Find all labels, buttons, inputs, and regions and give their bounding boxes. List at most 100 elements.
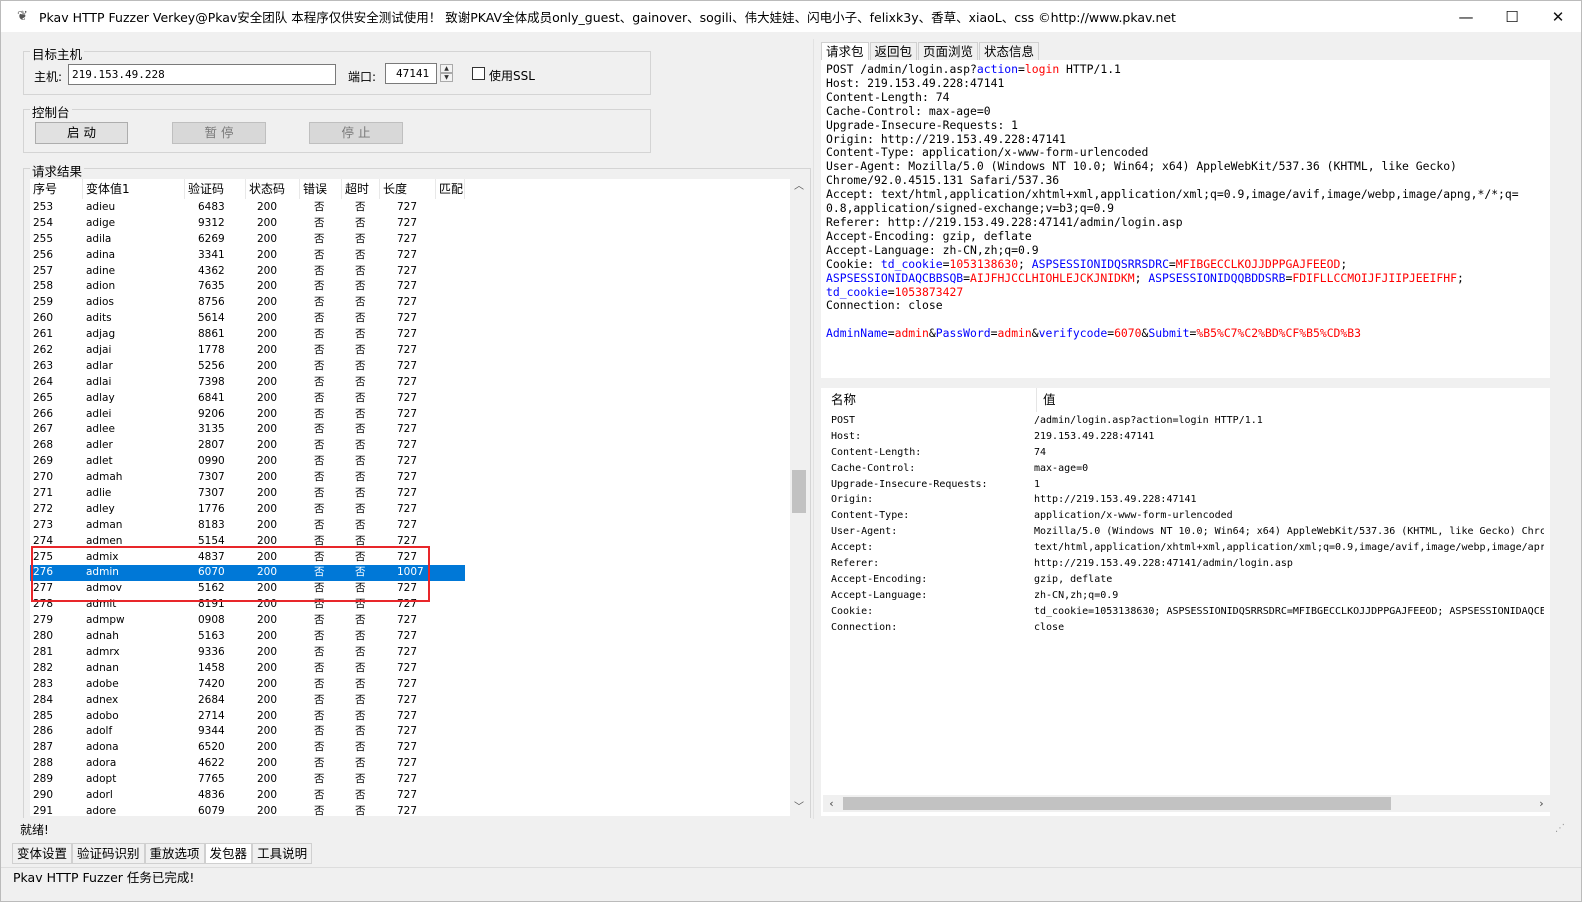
results-col-1[interactable]: 变体值1 xyxy=(83,179,185,199)
table-row[interactable]: 280 adnah 5163 200 否 否 727 xyxy=(30,629,465,645)
kv-row[interactable]: Upgrade-Insecure-Requests: 1 xyxy=(821,477,1544,493)
results-col-6[interactable]: 长度 xyxy=(380,179,436,199)
results-col-3[interactable]: 状态码 xyxy=(246,179,300,199)
results-scrollbar[interactable]: ︿ ﹀ xyxy=(790,179,808,816)
table-row[interactable]: 255 adila 6269 200 否 否 727 xyxy=(30,232,465,248)
kv-row[interactable]: Accept: text/html,application/xhtml+xml,a… xyxy=(821,540,1544,556)
table-cell: 200 xyxy=(257,804,278,816)
table-row[interactable]: 259 adios 8756 200 否 否 727 xyxy=(30,295,465,311)
table-cell: 200 xyxy=(257,423,278,436)
table-row[interactable]: 281 admrx 9336 200 否 否 727 xyxy=(30,645,465,661)
table-row[interactable]: 263 adlar 5256 200 否 否 727 xyxy=(30,359,465,375)
table-row[interactable]: 270 admah 7307 200 否 否 727 xyxy=(30,470,465,486)
minimize-icon[interactable]: — xyxy=(1443,1,1489,32)
results-list[interactable]: 序号 变体值1 验证码 状态码 错误 超时 长度 匹配 253 adieu 6483 200 否否 72… xyxy=(30,179,808,816)
table-row[interactable]: 258 adion 7635 200 否 否 727 xyxy=(30,279,465,295)
kv-row[interactable]: Accept-Encoding: gzip, deflate xyxy=(821,572,1544,588)
kv-row[interactable]: User-Agent: Mozilla/5.0 (Windows NT 10.0;… xyxy=(821,524,1544,540)
table-row[interactable]: 287 adona 6520 200 否 否 727 xyxy=(30,740,465,756)
tab-right-2[interactable]: 页面浏览 xyxy=(918,42,979,60)
ssl-checkbox[interactable] xyxy=(472,67,485,80)
tab-bottom-4[interactable]: 工具说明 xyxy=(252,843,313,864)
request-packet-pane[interactable]: POST /admin/login.asp?action=login HTTP/… xyxy=(821,60,1550,378)
table-row[interactable]: 286 adolf 9344 200 否 否 727 xyxy=(30,724,465,740)
table-row[interactable]: 253 adieu 6483 200 否 否 727 xyxy=(30,200,465,216)
tab-bottom-2[interactable]: 重放选项 xyxy=(144,843,205,864)
table-row[interactable]: 283 adobe 7420 200 否 否 727 xyxy=(30,677,465,693)
maximize-icon[interactable]: ☐ xyxy=(1489,1,1535,32)
tab-right-3[interactable]: 状态信息 xyxy=(979,42,1040,60)
kv-row[interactable]: Origin: http://219.153.49.228:47141 xyxy=(821,492,1544,508)
table-row[interactable]: 256 adina 3341 200 否 否 727 xyxy=(30,248,465,264)
table-row[interactable]: 267 adlee 3135 200 否 否 727 xyxy=(30,422,465,438)
start-button[interactable]: 启 动 xyxy=(35,122,128,144)
tab-right-1[interactable]: 返回包 xyxy=(869,42,918,60)
tab-bottom-3[interactable]: 发包器 xyxy=(204,843,253,864)
kv-row[interactable]: Content-Type: application/x-www-form-urle… xyxy=(821,508,1544,524)
table-row[interactable]: 279 admpw 0908 200 否 否 727 xyxy=(30,613,465,629)
kv-row[interactable]: POST/admin/login.asp?action=login HTTP/1… xyxy=(821,413,1544,429)
table-row[interactable]: 285 adobo 2714 200 否 否 727 xyxy=(30,709,465,725)
table-cell: 727 xyxy=(397,216,418,229)
results-col-5[interactable]: 超时 xyxy=(342,179,380,199)
port-down-icon[interactable]: ▼ xyxy=(440,73,453,82)
port-up-icon[interactable]: ▲ xyxy=(440,64,453,73)
scroll-thumb[interactable] xyxy=(792,470,806,513)
req-cookie: Cookie: td_cookie=1053138630; ASPSESSION… xyxy=(826,256,1464,299)
results-col-2[interactable]: 验证码 xyxy=(185,179,246,199)
results-col-4[interactable]: 错误 xyxy=(300,179,342,199)
scroll-down-icon[interactable]: ﹀ xyxy=(790,800,808,816)
kv-row[interactable]: Cookie: td_cookie=1053138630; ASPSESSIONI… xyxy=(821,604,1544,620)
results-col-0[interactable]: 序号 xyxy=(30,179,83,199)
scroll-up-icon[interactable]: ︿ xyxy=(790,179,808,195)
table-row[interactable]: 254 adige 9312 200 否 否 727 xyxy=(30,216,465,232)
splitter[interactable] xyxy=(813,39,817,819)
table-row[interactable]: 288 adora 4622 200 否 否 727 xyxy=(30,756,465,772)
table-row[interactable]: 269 adlet 0990 200 否 否 727 xyxy=(30,454,465,470)
host-input[interactable]: 219.153.49.228 xyxy=(68,64,336,85)
table-row[interactable]: 282 adnan 1458 200 否 否 727 xyxy=(30,661,465,677)
kv-row[interactable]: Accept-Language: zh-CN,zh;q=0.9 xyxy=(821,588,1544,604)
table-row[interactable]: 291 adore 6079 200 否 否 727 xyxy=(30,804,465,816)
table-cell xyxy=(436,216,465,232)
table-row[interactable]: 260 adits 5614 200 否 否 727 xyxy=(30,311,465,327)
table-cell: 否 xyxy=(355,518,366,531)
scroll-left-icon[interactable]: ‹ xyxy=(823,795,840,812)
kv-row[interactable]: Cache-Control: max-age=0 xyxy=(821,461,1544,477)
hscroll-thumb[interactable] xyxy=(843,797,1391,810)
table-row[interactable]: 265 adlay 6841 200 否 否 727 xyxy=(30,391,465,407)
close-icon[interactable]: ✕ xyxy=(1535,1,1581,32)
table-cell: adolf xyxy=(86,725,113,738)
tab-bottom-1[interactable]: 验证码识别 xyxy=(72,843,145,864)
results-label: 请求结果 xyxy=(30,161,85,180)
port-input[interactable]: 47141 xyxy=(385,63,437,84)
table-row[interactable]: 284 adnex 2684 200 否 否 727 xyxy=(30,693,465,709)
table-row[interactable]: 289 adopt 7765 200 否 否 727 xyxy=(30,772,465,788)
kv-value: zh-CN,zh;q=0.9 xyxy=(1034,589,1119,601)
header-kv-table[interactable]: 名称 值 POST/admin/login.asp?action=login H… xyxy=(821,388,1550,816)
table-row[interactable]: 262 adjai 1778 200 否 否 727 xyxy=(30,343,465,359)
kv-row[interactable]: Host: 219.153.49.228:47141 xyxy=(821,429,1544,445)
pause-button[interactable]: 暂 停 xyxy=(172,122,266,144)
table-row[interactable]: 272 adley 1776 200 否 否 727 xyxy=(30,502,465,518)
kv-row[interactable]: Content-Length: 74 xyxy=(821,445,1544,461)
table-row[interactable]: 257 adine 4362 200 否 否 727 xyxy=(30,264,465,280)
tab-right-0[interactable]: 请求包 xyxy=(821,42,869,60)
scroll-right-icon[interactable]: › xyxy=(1533,795,1550,812)
kv-row[interactable]: Connection: close xyxy=(821,620,1544,636)
results-col-7[interactable]: 匹配 xyxy=(436,179,465,199)
stop-button[interactable]: 停 止 xyxy=(309,122,403,144)
table-cell: 6841 xyxy=(198,391,225,404)
table-row[interactable]: 261 adjag 8861 200 否 否 727 xyxy=(30,327,465,343)
table-row[interactable]: 290 adorl 4836 200 否 否 727 xyxy=(30,788,465,804)
kv-row[interactable]: Referer: http://219.153.49.228:47141/admi… xyxy=(821,556,1544,572)
table-row[interactable]: 268 adler 2807 200 否 否 727 xyxy=(30,438,465,454)
table-row[interactable]: 266 adlei 9206 200 否 否 727 xyxy=(30,407,465,423)
table-cell: 200 xyxy=(257,328,278,341)
kv-hscrollbar[interactable]: ‹ › xyxy=(823,795,1550,812)
table-row[interactable]: 264 adlai 7398 200 否 否 727 xyxy=(30,375,465,391)
table-row[interactable]: 271 adlie 7307 200 否 否 727 xyxy=(30,486,465,502)
table-row[interactable]: 273 adman 8183 200 否 否 727 xyxy=(30,518,465,534)
tab-bottom-0[interactable]: 变体设置 xyxy=(12,843,73,864)
table-cell: adorl xyxy=(86,788,113,801)
